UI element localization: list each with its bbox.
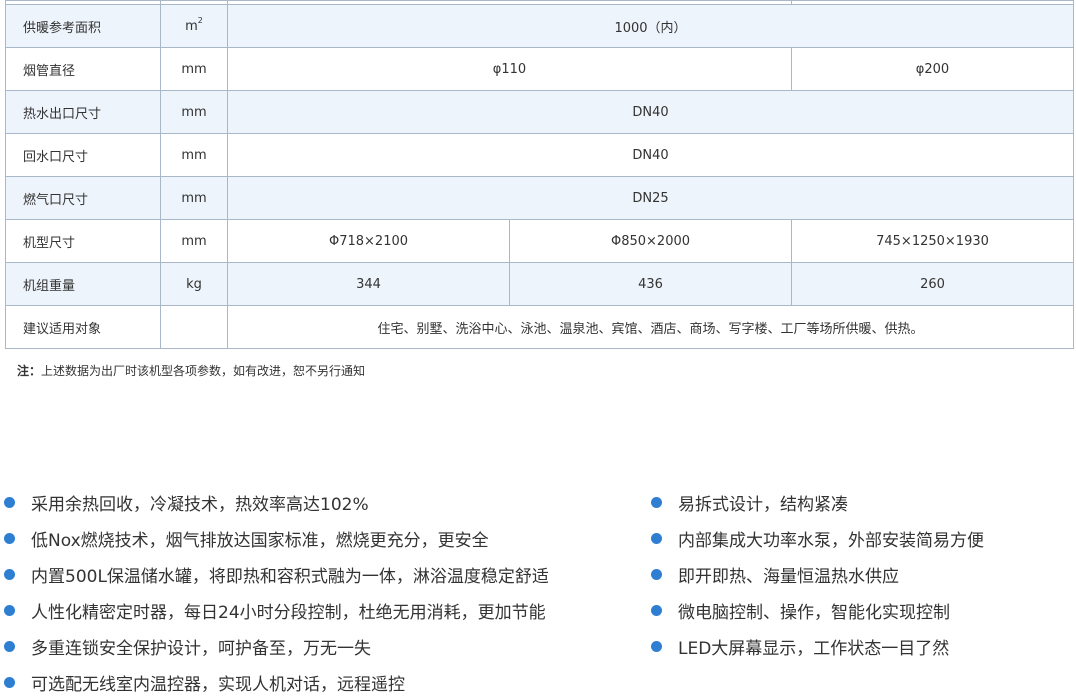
feature-item: 可选配无线室内温控器，实现人机对话，远程遥控	[4, 664, 549, 700]
feature-text: 采用余热回收，冷凝技术，热效率高达102%	[31, 494, 369, 515]
row-unit: m2	[160, 4, 228, 48]
row-value: φ200	[791, 47, 1074, 91]
feature-item: 内部集成大功率水泵，外部安装简易方便	[651, 520, 984, 556]
feature-item: LED大屏幕显示，工作状态一目了然	[651, 628, 984, 664]
feature-text: 微电脑控制、操作，智能化实现控制	[678, 602, 950, 623]
row-value: φ110	[227, 47, 792, 91]
row-value: Φ850×2000	[509, 219, 792, 263]
feature-text: LED大屏幕显示，工作状态一目了然	[678, 638, 950, 659]
row-value: 1000（内）	[227, 4, 1074, 48]
spec-table: 供暖参考面积 m2 1000（内） 烟管直径 mm φ110 φ200 热水出口…	[5, 0, 1074, 349]
feature-list-right: 易拆式设计，结构紧凑 内部集成大功率水泵，外部安装简易方便 即开即热、海量恒温热…	[651, 484, 984, 664]
row-unit: kg	[160, 262, 228, 306]
bullet-icon	[4, 676, 15, 688]
feature-item: 微电脑控制、操作，智能化实现控制	[651, 592, 984, 628]
feature-item: 内置500L保温储水罐，将即热和容积式融为一体，淋浴温度稳定舒适	[4, 556, 549, 592]
row-name: 烟管直径	[5, 47, 161, 91]
footnote: 注：上述数据为出厂时该机型各项参数，如有改进，恕不另行通知	[17, 362, 365, 379]
table-row: 建议适用对象 住宅、别墅、洗浴中心、泳池、温泉池、宾馆、酒店、商场、写字楼、工厂…	[5, 305, 1074, 349]
row-name: 机组重量	[5, 262, 161, 306]
feature-text: 多重连锁安全保护设计，呵护备至，万无一失	[31, 638, 371, 659]
feature-text: 可选配无线室内温控器，实现人机对话，远程遥控	[31, 674, 405, 695]
feature-item: 易拆式设计，结构紧凑	[651, 484, 984, 520]
bullet-icon	[651, 496, 662, 508]
bullet-icon	[4, 532, 15, 544]
row-name: 燃气口尺寸	[5, 176, 161, 220]
row-name: 建议适用对象	[5, 305, 161, 349]
row-name: 供暖参考面积	[5, 4, 161, 48]
table-row: 回水口尺寸 mm DN40	[5, 133, 1074, 177]
bullet-icon	[4, 568, 15, 580]
feature-item: 低Nox燃烧技术，烟气排放达国家标准，燃烧更充分，更安全	[4, 520, 549, 556]
feature-text: 内部集成大功率水泵，外部安装简易方便	[678, 530, 984, 551]
table-row: 机型尺寸 mm Φ718×2100 Φ850×2000 745×1250×193…	[5, 219, 1074, 263]
bullet-icon	[4, 496, 15, 508]
table-row: 供暖参考面积 m2 1000（内）	[5, 4, 1074, 48]
bullet-icon	[651, 604, 662, 616]
feature-list-left: 采用余热回收，冷凝技术，热效率高达102% 低Nox燃烧技术，烟气排放达国家标准…	[4, 484, 549, 700]
row-unit	[160, 305, 228, 349]
footnote-text: 上述数据为出厂时该机型各项参数，如有改进，恕不另行通知	[41, 364, 366, 378]
row-value: 260	[791, 262, 1074, 306]
row-unit: mm	[160, 219, 228, 263]
row-value: Φ718×2100	[227, 219, 510, 263]
feature-text: 人性化精密定时器，每日24小时分段控制，杜绝无用消耗，更加节能	[31, 602, 546, 623]
row-name: 回水口尺寸	[5, 133, 161, 177]
row-unit: mm	[160, 90, 228, 134]
feature-item: 人性化精密定时器，每日24小时分段控制，杜绝无用消耗，更加节能	[4, 592, 549, 628]
bullet-icon	[651, 640, 662, 652]
feature-item: 即开即热、海量恒温热水供应	[651, 556, 984, 592]
row-unit: mm	[160, 133, 228, 177]
row-value: DN25	[227, 176, 1074, 220]
bullet-icon	[4, 604, 15, 616]
table-row: 燃气口尺寸 mm DN25	[5, 176, 1074, 220]
row-value: DN40	[227, 90, 1074, 134]
row-unit: mm	[160, 47, 228, 91]
feature-item: 采用余热回收，冷凝技术，热效率高达102%	[4, 484, 549, 520]
bullet-icon	[651, 568, 662, 580]
row-name: 热水出口尺寸	[5, 90, 161, 134]
row-value: 745×1250×1930	[791, 219, 1074, 263]
feature-text: 低Nox燃烧技术，烟气排放达国家标准，燃烧更充分，更安全	[31, 530, 489, 551]
row-value: 住宅、别墅、洗浴中心、泳池、温泉池、宾馆、酒店、商场、写字楼、工厂等场所供暖、供…	[227, 305, 1074, 349]
table-row: 烟管直径 mm φ110 φ200	[5, 47, 1074, 91]
feature-text: 易拆式设计，结构紧凑	[678, 494, 848, 515]
row-name: 机型尺寸	[5, 219, 161, 263]
row-value: 436	[509, 262, 792, 306]
unit-superscript: 2	[197, 15, 203, 25]
row-value: 344	[227, 262, 510, 306]
table-row: 机组重量 kg 344 436 260	[5, 262, 1074, 306]
row-unit: mm	[160, 176, 228, 220]
bullet-icon	[4, 640, 15, 652]
feature-text: 内置500L保温储水罐，将即热和容积式融为一体，淋浴温度稳定舒适	[31, 566, 549, 587]
bullet-icon	[651, 532, 662, 544]
row-value: DN40	[227, 133, 1074, 177]
footnote-label: 注：	[17, 364, 42, 378]
feature-item: 多重连锁安全保护设计，呵护备至，万无一失	[4, 628, 549, 664]
feature-text: 即开即热、海量恒温热水供应	[678, 566, 899, 587]
table-row: 热水出口尺寸 mm DN40	[5, 90, 1074, 134]
